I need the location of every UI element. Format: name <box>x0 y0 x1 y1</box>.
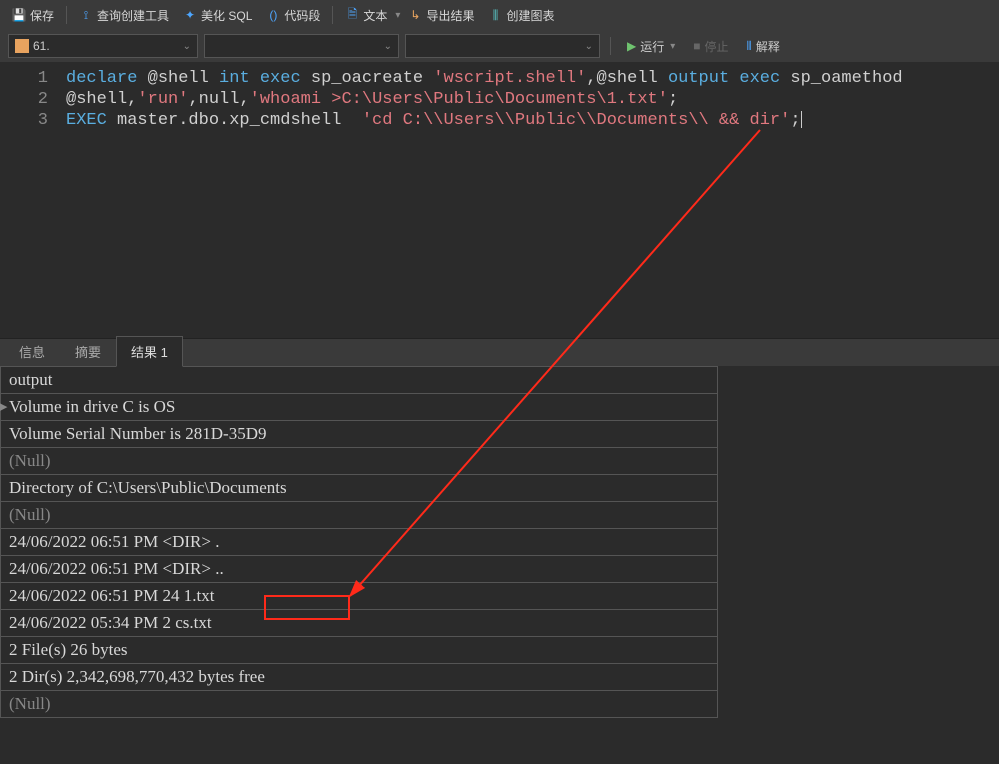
run-button[interactable]: ▶ 运行 ▾ <box>621 35 681 58</box>
result-row[interactable]: 2 File(s) 26 bytes <box>0 637 718 664</box>
schema-select[interactable]: ⌄ <box>405 34 600 58</box>
save-icon: 💾 <box>12 8 26 22</box>
results-panel: output ▶ Volume in drive C is OS Volume … <box>0 366 999 718</box>
line-gutter: 1 2 3 <box>0 62 58 338</box>
line-number: 2 <box>0 89 48 110</box>
tab-info[interactable]: 信息 <box>4 336 60 366</box>
code-line: EXEC master.dbo.xp_cmdshell 'cd C:\\User… <box>66 110 999 131</box>
chart-label: 创建图表 <box>506 7 554 24</box>
beautify-label: 美化 SQL <box>201 7 252 24</box>
connection-select[interactable]: 61. ⌄ <box>8 34 198 58</box>
separator <box>610 37 611 55</box>
explain-icon: ⦀ <box>747 39 752 54</box>
save-label: 保存 <box>30 7 54 24</box>
connection-toolbar: 61. ⌄ ⌄ ⌄ ▶ 运行 ▾ ■ 停止 ⦀ 解释 <box>0 30 999 62</box>
tab-result-1[interactable]: 结果 1 <box>116 336 183 367</box>
snippet-label: 代码段 <box>284 7 320 24</box>
chart-button[interactable]: ⫼ 创建图表 <box>482 4 560 27</box>
results-column-header[interactable]: output <box>0 366 718 394</box>
document-icon: 🗎 <box>345 8 359 22</box>
stop-label: 停止 <box>705 38 729 55</box>
explain-label: 解释 <box>756 38 780 55</box>
run-label: 运行 <box>640 38 664 55</box>
result-row[interactable]: 2 Dir(s) 2,342,698,770,432 bytes free <box>0 664 718 691</box>
explain-button[interactable]: ⦀ 解释 <box>741 35 786 58</box>
stop-button: ■ 停止 <box>687 35 734 58</box>
play-icon: ▶ <box>627 39 636 53</box>
result-row[interactable]: (Null) <box>0 448 718 475</box>
beautify-sql-button[interactable]: ✦ 美化 SQL <box>177 4 258 27</box>
text-button[interactable]: 🗎 文本 <box>339 4 393 27</box>
result-row[interactable]: (Null) <box>0 691 718 718</box>
save-button[interactable]: 💾 保存 <box>6 4 60 27</box>
chevron-down-icon: ⌄ <box>384 41 392 52</box>
dropdown-arrow-icon[interactable]: ▾ <box>395 10 400 21</box>
chevron-down-icon: ⌄ <box>585 41 593 52</box>
text-label: 文本 <box>363 7 387 24</box>
database-select[interactable]: ⌄ <box>204 34 399 58</box>
result-row[interactable]: 24/06/2022 06:51 PM <DIR> . <box>0 529 718 556</box>
line-number: 3 <box>0 110 48 131</box>
result-row[interactable]: ▶ Volume in drive C is OS <box>0 394 718 421</box>
result-row[interactable]: Directory of C:\Users\Public\Documents <box>0 475 718 502</box>
wand-icon: ⟟ <box>79 8 93 22</box>
result-row[interactable]: 24/06/2022 05:34 PM 2 cs.txt <box>0 610 718 637</box>
code-line: @shell,'run',null,'whoami >C:\Users\Publ… <box>66 89 999 110</box>
snippet-button[interactable]: () 代码段 <box>260 4 326 27</box>
sparkle-icon: ✦ <box>183 8 197 22</box>
line-number: 1 <box>0 68 48 89</box>
stop-icon: ■ <box>693 39 700 53</box>
export-label: 导出结果 <box>426 7 474 24</box>
separator <box>66 6 67 24</box>
dropdown-arrow-icon[interactable]: ▾ <box>670 41 675 52</box>
code-line: declare @shell int exec sp_oacreate 'wsc… <box>66 68 999 89</box>
result-row[interactable]: Volume Serial Number is 281D-35D9 <box>0 421 718 448</box>
result-row[interactable]: 24/06/2022 06:51 PM <DIR> .. <box>0 556 718 583</box>
connection-icon <box>15 39 29 53</box>
connection-value: 61. <box>33 39 50 53</box>
text-cursor <box>801 111 802 128</box>
main-toolbar: 💾 保存 ⟟ 查询创建工具 ✦ 美化 SQL () 代码段 🗎 文本 ▾ ↳ 导… <box>0 0 999 30</box>
query-builder-label: 查询创建工具 <box>97 7 169 24</box>
code-area[interactable]: declare @shell int exec sp_oacreate 'wsc… <box>58 62 999 338</box>
sql-editor[interactable]: 1 2 3 declare @shell int exec sp_oacreat… <box>0 62 999 338</box>
export-button[interactable]: ↳ 导出结果 <box>402 4 480 27</box>
chart-icon: ⫼ <box>488 8 502 22</box>
result-row[interactable]: 24/06/2022 06:51 PM 24 1.txt <box>0 583 718 610</box>
chevron-down-icon: ⌄ <box>183 41 191 52</box>
result-row[interactable]: (Null) <box>0 502 718 529</box>
row-marker-icon: ▶ <box>0 400 7 413</box>
brackets-icon: () <box>266 8 280 22</box>
query-builder-button[interactable]: ⟟ 查询创建工具 <box>73 4 175 27</box>
result-tabs: 信息 摘要 结果 1 <box>0 338 999 366</box>
tab-summary[interactable]: 摘要 <box>60 336 116 366</box>
export-icon: ↳ <box>408 8 422 22</box>
separator <box>332 6 333 24</box>
